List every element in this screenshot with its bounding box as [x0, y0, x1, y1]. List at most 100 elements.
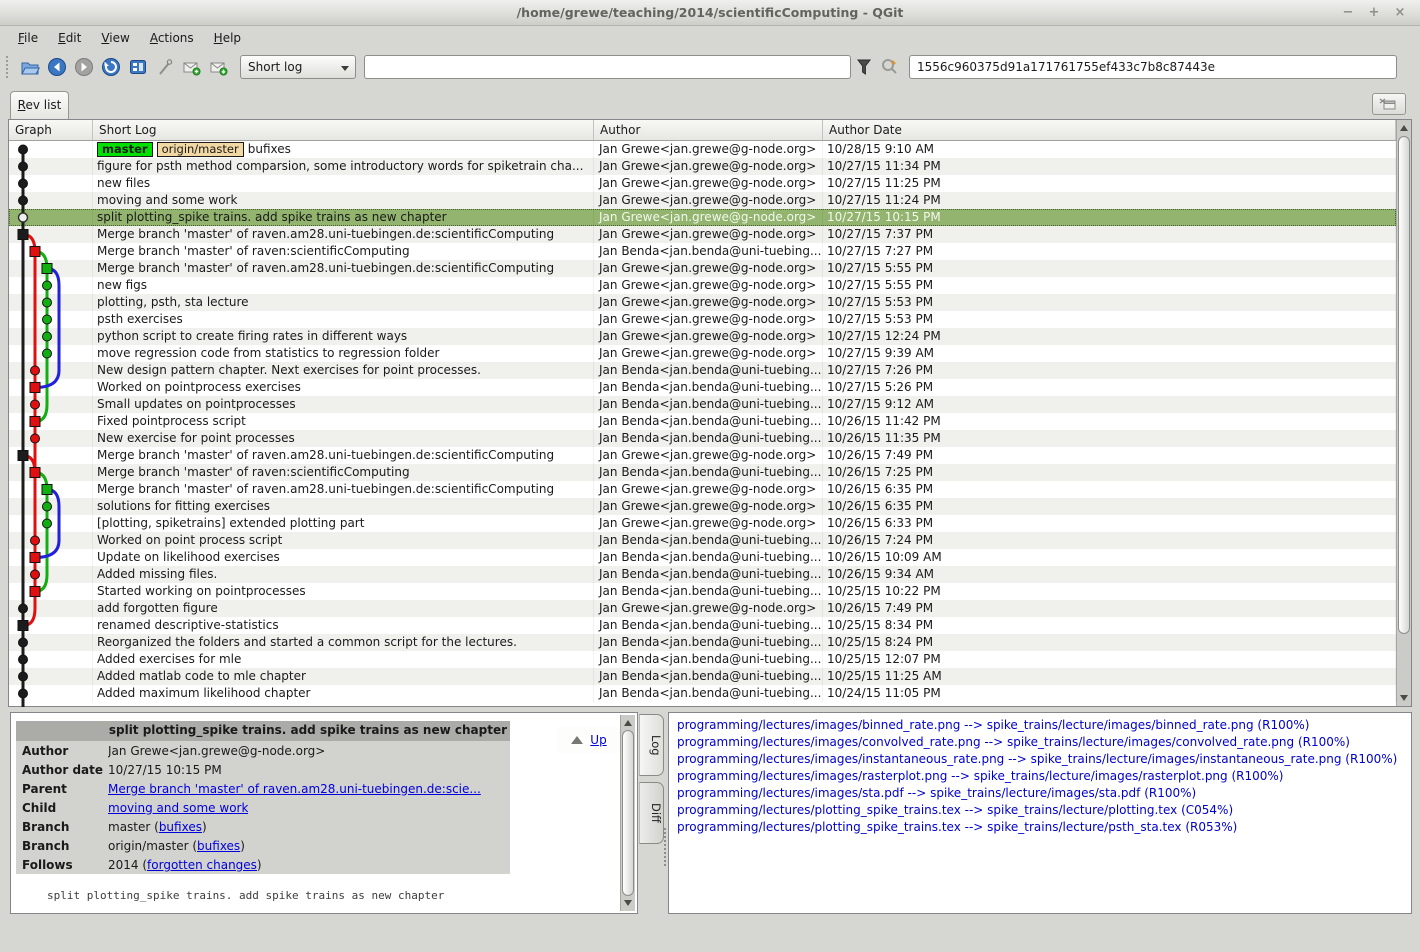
author-cell: Jan Grewe<jan.grewe@g-node.org> [594, 192, 823, 209]
detail-link[interactable]: forgotten changes [147, 858, 257, 872]
rev-list-scrollbar[interactable] [1396, 120, 1411, 706]
toolbar-handle[interactable] [6, 56, 11, 78]
column-header-short-log[interactable]: Short Log [93, 120, 594, 140]
author-cell: Jan Grewe<jan.grewe@g-node.org> [594, 260, 823, 277]
scroll-up-button[interactable] [1397, 121, 1411, 135]
view-panes-button[interactable] [124, 54, 151, 80]
rev-row[interactable]: plotting, psth, sta lectureJan Grewe<jan… [9, 294, 1396, 311]
rev-row[interactable]: [plotting, spiketrains] extended plottin… [9, 515, 1396, 532]
up-link[interactable]: Up [590, 733, 606, 747]
sha-input[interactable] [909, 55, 1397, 79]
menu-actions[interactable]: Actions [140, 28, 204, 49]
detail-link[interactable]: bufixes [159, 820, 202, 834]
minimize-icon[interactable]: − [1340, 5, 1356, 21]
file-rename-line[interactable]: programming/lectures/images/binned_rate.… [677, 717, 1411, 734]
rev-row[interactable]: Merge branch 'master' of raven.am28.uni-… [9, 447, 1396, 464]
rev-row[interactable]: move regression code from statistics to … [9, 345, 1396, 362]
rev-row[interactable]: Reorganized the folders and started a co… [9, 634, 1396, 651]
rev-list-header: Graph Short Log Author Author Date [9, 120, 1396, 141]
rev-row[interactable]: renamed descriptive-statisticsJan Benda<… [9, 617, 1396, 634]
file-rename-line[interactable]: programming/lectures/plotting_spike_trai… [677, 819, 1411, 836]
detail-link[interactable]: moving and some work [108, 801, 248, 815]
rev-row[interactable]: Started working on pointprocessesJan Ben… [9, 583, 1396, 600]
filter-highlight-button[interactable] [851, 55, 877, 79]
column-header-graph[interactable]: Graph [9, 120, 93, 140]
file-rename-line[interactable]: programming/lectures/images/convolved_ra… [677, 734, 1411, 751]
save-patch-button[interactable] [178, 54, 205, 80]
scrollbar-thumb[interactable] [1398, 136, 1410, 634]
short-log-cell: Added exercises for mle [93, 651, 594, 668]
file-rename-line[interactable]: programming/lectures/images/rasterplot.p… [677, 768, 1411, 785]
tab-diff[interactable]: Diff [639, 782, 664, 844]
rev-row[interactable]: Fixed pointprocess scriptJan Benda<jan.b… [9, 413, 1396, 430]
rev-row[interactable]: new figsJan Grewe<jan.grewe@g-node.org>1… [9, 277, 1396, 294]
detail-scrollbar-thumb[interactable] [622, 730, 634, 896]
rev-row[interactable]: Added maximum likelihood chapterJan Bend… [9, 685, 1396, 702]
pin-button[interactable] [151, 54, 178, 80]
rev-row[interactable]: Merge branch 'master' of raven:scientifi… [9, 464, 1396, 481]
rev-row[interactable]: solutions for fitting exercisesJan Grewe… [9, 498, 1396, 515]
commit-detail-title: split plotting_spike trains. add spike t… [16, 721, 510, 741]
file-rename-line[interactable]: programming/lectures/images/instantaneou… [677, 751, 1411, 768]
log-view-select[interactable]: Short log [240, 55, 356, 79]
short-log-cell: Merge branch 'master' of raven.am28.uni-… [93, 260, 594, 277]
rev-row[interactable]: Worked on pointprocess exercisesJan Bend… [9, 379, 1396, 396]
detail-link[interactable]: bufixes [197, 839, 240, 853]
rev-row[interactable]: Merge branch 'master' of raven.am28.uni-… [9, 481, 1396, 498]
rev-row[interactable]: Added exercises for mleJan Benda<jan.ben… [9, 651, 1396, 668]
short-log-text: [plotting, spiketrains] extended plottin… [97, 515, 364, 532]
rev-row[interactable]: Merge branch 'master' of raven:scientifi… [9, 243, 1396, 260]
filter-input[interactable] [364, 55, 851, 79]
rev-row[interactable]: Added matlab code to mle chapterJan Bend… [9, 668, 1396, 685]
author-cell: Jan Grewe<jan.grewe@g-node.org> [594, 141, 823, 158]
short-log-cell: split plotting_spike trains. add spike t… [93, 209, 594, 226]
triangle-up-icon [624, 720, 632, 726]
rev-row[interactable]: psth exercisesJan Grewe<jan.grewe@g-node… [9, 311, 1396, 328]
graph-cell [9, 481, 93, 498]
close-icon[interactable]: × [1392, 5, 1408, 21]
rev-row[interactable]: Update on likelihood exercisesJan Benda<… [9, 549, 1396, 566]
rev-row[interactable]: masterorigin/masterbufixesJan Grewe<jan.… [9, 141, 1396, 158]
detail-scroll-down-button[interactable] [621, 896, 635, 910]
tab-log[interactable]: Log [639, 714, 664, 776]
rev-row[interactable]: Small updates on pointprocessesJan Benda… [9, 396, 1396, 413]
rev-row[interactable]: New design pattern chapter. Next exercis… [9, 362, 1396, 379]
open-repo-button[interactable] [16, 54, 43, 80]
rev-row[interactable]: add forgotten figureJan Grewe<jan.grewe@… [9, 600, 1396, 617]
back-button[interactable] [43, 54, 70, 80]
forward-button[interactable] [70, 54, 97, 80]
rev-row[interactable]: moving and some workJan Grewe<jan.grewe@… [9, 192, 1396, 209]
refresh-button[interactable] [97, 54, 124, 80]
author-date-cell: 10/26/15 6:35 PM [823, 498, 1396, 515]
rev-row[interactable]: python script to create firing rates in … [9, 328, 1396, 345]
menu-help[interactable]: Help [204, 28, 251, 49]
rev-row[interactable]: Added missing files.Jan Benda<jan.benda@… [9, 566, 1396, 583]
title-bar: /home/grewe/teaching/2014/scientificComp… [0, 0, 1420, 26]
detail-link[interactable]: Merge branch 'master' of raven.am28.uni-… [108, 782, 481, 796]
apply-patch-button[interactable] [205, 54, 232, 80]
column-header-author-date[interactable]: Author Date [823, 120, 1396, 140]
menu-view[interactable]: View [91, 28, 139, 49]
rev-row[interactable]: new filesJan Grewe<jan.grewe@g-node.org>… [9, 175, 1396, 192]
short-log-text: move regression code from statistics to … [97, 345, 439, 362]
scroll-down-button[interactable] [1397, 691, 1411, 705]
rev-row[interactable]: New exercise for point processesJan Bend… [9, 430, 1396, 447]
detail-scrollbar[interactable] [620, 715, 635, 911]
file-rename-line[interactable]: programming/lectures/images/sta.pdf --> … [677, 785, 1411, 802]
rev-row[interactable]: Worked on point process scriptJan Benda<… [9, 532, 1396, 549]
menu-file[interactable]: File [8, 28, 48, 49]
find-sha-button[interactable] [877, 55, 903, 79]
menu-edit[interactable]: Edit [48, 28, 91, 49]
rev-row[interactable]: Merge branch 'master' of raven.am28.uni-… [9, 260, 1396, 277]
maximize-icon[interactable]: + [1366, 5, 1382, 21]
column-header-author[interactable]: Author [594, 120, 823, 140]
splitter-handle[interactable] [664, 828, 667, 866]
rev-row[interactable]: Merge branch 'master' of raven.am28.uni-… [9, 226, 1396, 243]
detach-tab-button[interactable] [1372, 93, 1406, 115]
author-cell: Jan Grewe<jan.grewe@g-node.org> [594, 481, 823, 498]
file-rename-line[interactable]: programming/lectures/plotting_spike_trai… [677, 802, 1411, 819]
rev-row[interactable]: split plotting_spike trains. add spike t… [9, 209, 1396, 226]
detail-scroll-up-button[interactable] [621, 716, 635, 730]
tab-rev-list[interactable]: Rev list [10, 91, 69, 120]
rev-row[interactable]: figure for psth method comparsion, some … [9, 158, 1396, 175]
